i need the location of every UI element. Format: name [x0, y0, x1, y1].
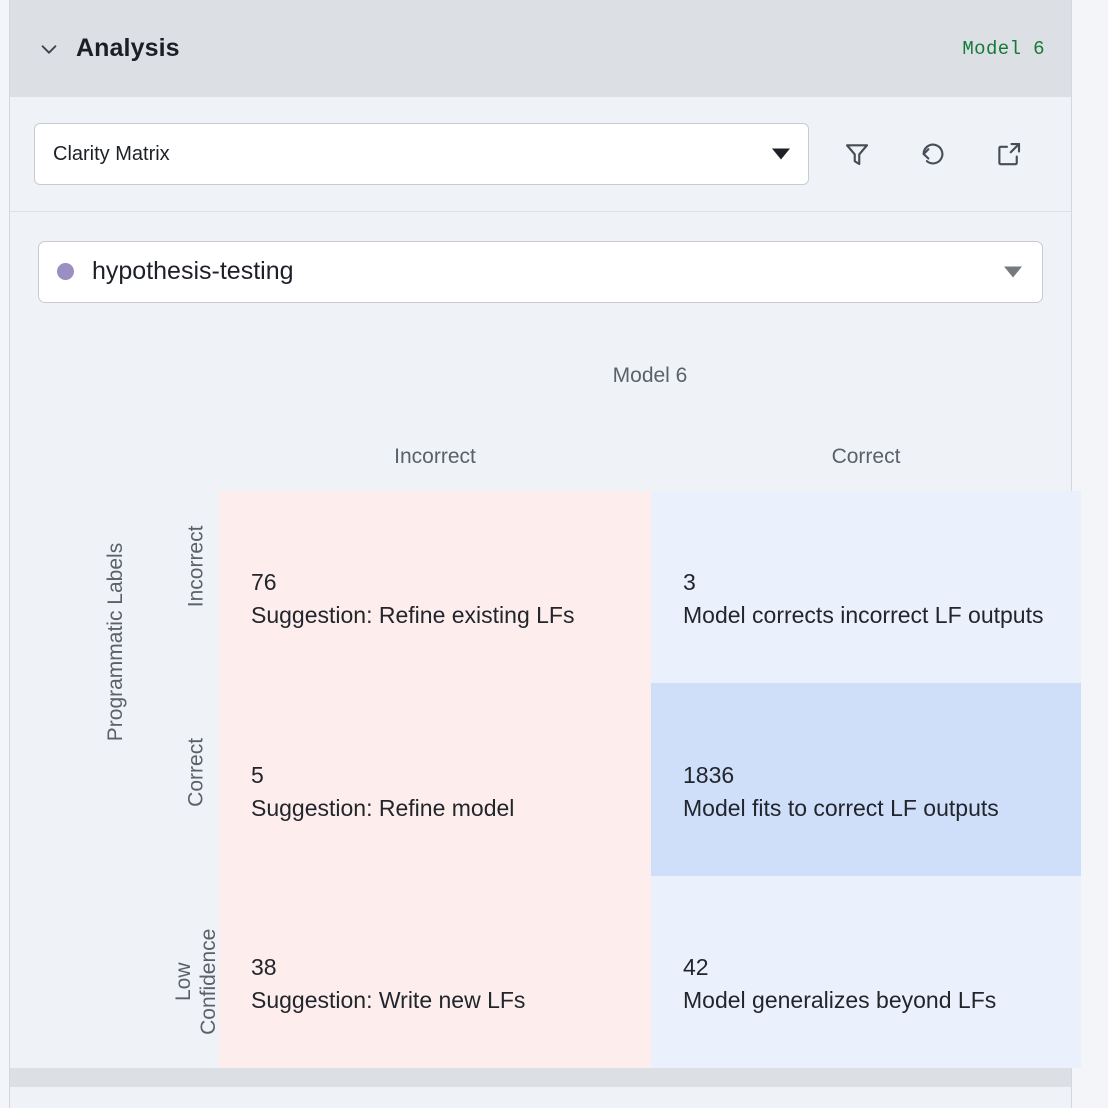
- matrix-cell-r2c1[interactable]: 42 Model generalizes beyond LFs: [651, 876, 1081, 1068]
- reset-icon: [918, 139, 948, 169]
- cell-description: Suggestion: Refine existing LFs: [251, 602, 575, 628]
- row-header-line-2: Confidence: [197, 928, 220, 1035]
- tag-select-value: hypothesis-testing: [92, 257, 294, 285]
- matrix-column-group-title: Model 6: [612, 364, 688, 387]
- matrix-cell-r0c1[interactable]: 3 Model corrects incorrect LF outputs: [651, 491, 1081, 683]
- filter-icon: [842, 139, 872, 169]
- cell-description: Suggestion: Refine model: [251, 794, 515, 821]
- page-title: Analysis: [76, 34, 180, 62]
- tag-select[interactable]: hypothesis-testing: [38, 240, 1043, 303]
- app-root: Analysis Model 6 Clarity Matrix hypothes…: [0, 0, 1108, 1108]
- toolbar-actions: [819, 124, 1047, 184]
- tag-color-dot-icon: [57, 263, 74, 280]
- view-select[interactable]: Clarity Matrix: [34, 123, 809, 185]
- external-link-button[interactable]: [971, 124, 1047, 184]
- tag-select-row: hypothesis-testing: [10, 213, 1071, 330]
- panel-toolbar: Clarity Matrix: [10, 97, 1071, 212]
- cell-count: 5: [251, 761, 264, 788]
- cell-description: Model generalizes beyond LFs: [683, 987, 997, 1013]
- row-header-line-1: Low: [172, 962, 196, 1002]
- view-select-value: Clarity Matrix: [53, 142, 170, 165]
- matrix-row-header-incorrect: Incorrect: [184, 525, 208, 608]
- cell-count: 76: [251, 569, 277, 596]
- matrix-row-header-correct: Correct: [184, 737, 208, 807]
- external-link-icon: [994, 139, 1024, 169]
- cell-count: 38: [251, 954, 277, 981]
- matrix-grid: 76 Suggestion: Refine existing LFs 3 Mod…: [219, 491, 1081, 1068]
- chevron-down-icon[interactable]: [38, 38, 60, 60]
- footer-area: [10, 1087, 1071, 1108]
- model-badge: Model 6: [962, 37, 1045, 60]
- footer-bar: [10, 1068, 1071, 1087]
- cell-count: 42: [683, 954, 709, 981]
- cell-description: Model corrects incorrect LF outputs: [683, 602, 1044, 628]
- analysis-panel: Analysis Model 6 Clarity Matrix hypothes…: [9, 0, 1081, 1108]
- cell-description: Suggestion: Write new LFs: [251, 987, 526, 1013]
- cell-count: 3: [683, 569, 696, 596]
- matrix-cell-r1c0[interactable]: 5 Suggestion: Refine model: [219, 683, 651, 876]
- clarity-matrix: Model 6 Incorrect Correct Programmatic L…: [10, 330, 1081, 1068]
- panel-header-left: Analysis: [38, 34, 180, 63]
- matrix-cell-r2c0[interactable]: 38 Suggestion: Write new LFs: [219, 876, 651, 1068]
- matrix-column-header-correct: Correct: [831, 445, 901, 468]
- triangle-down-icon: [772, 148, 790, 160]
- cell-description: Model fits to correct LF outputs: [683, 794, 999, 821]
- matrix-cell-r0c0[interactable]: 76 Suggestion: Refine existing LFs: [219, 491, 651, 683]
- cell-count: 1836: [683, 761, 735, 788]
- matrix-cell-r1c1[interactable]: 1836 Model fits to correct LF outputs: [651, 683, 1081, 876]
- panel-header: Analysis Model 6: [10, 0, 1071, 97]
- matrix-column-header-incorrect: Incorrect: [394, 445, 476, 468]
- reset-button[interactable]: [895, 124, 971, 184]
- triangle-down-icon: [1004, 266, 1022, 277]
- matrix-row-group-title: Programmatic Labels: [104, 542, 127, 742]
- matrix-row-header-low-confidence: Low Confidence: [172, 887, 222, 1077]
- filter-button[interactable]: [819, 124, 895, 184]
